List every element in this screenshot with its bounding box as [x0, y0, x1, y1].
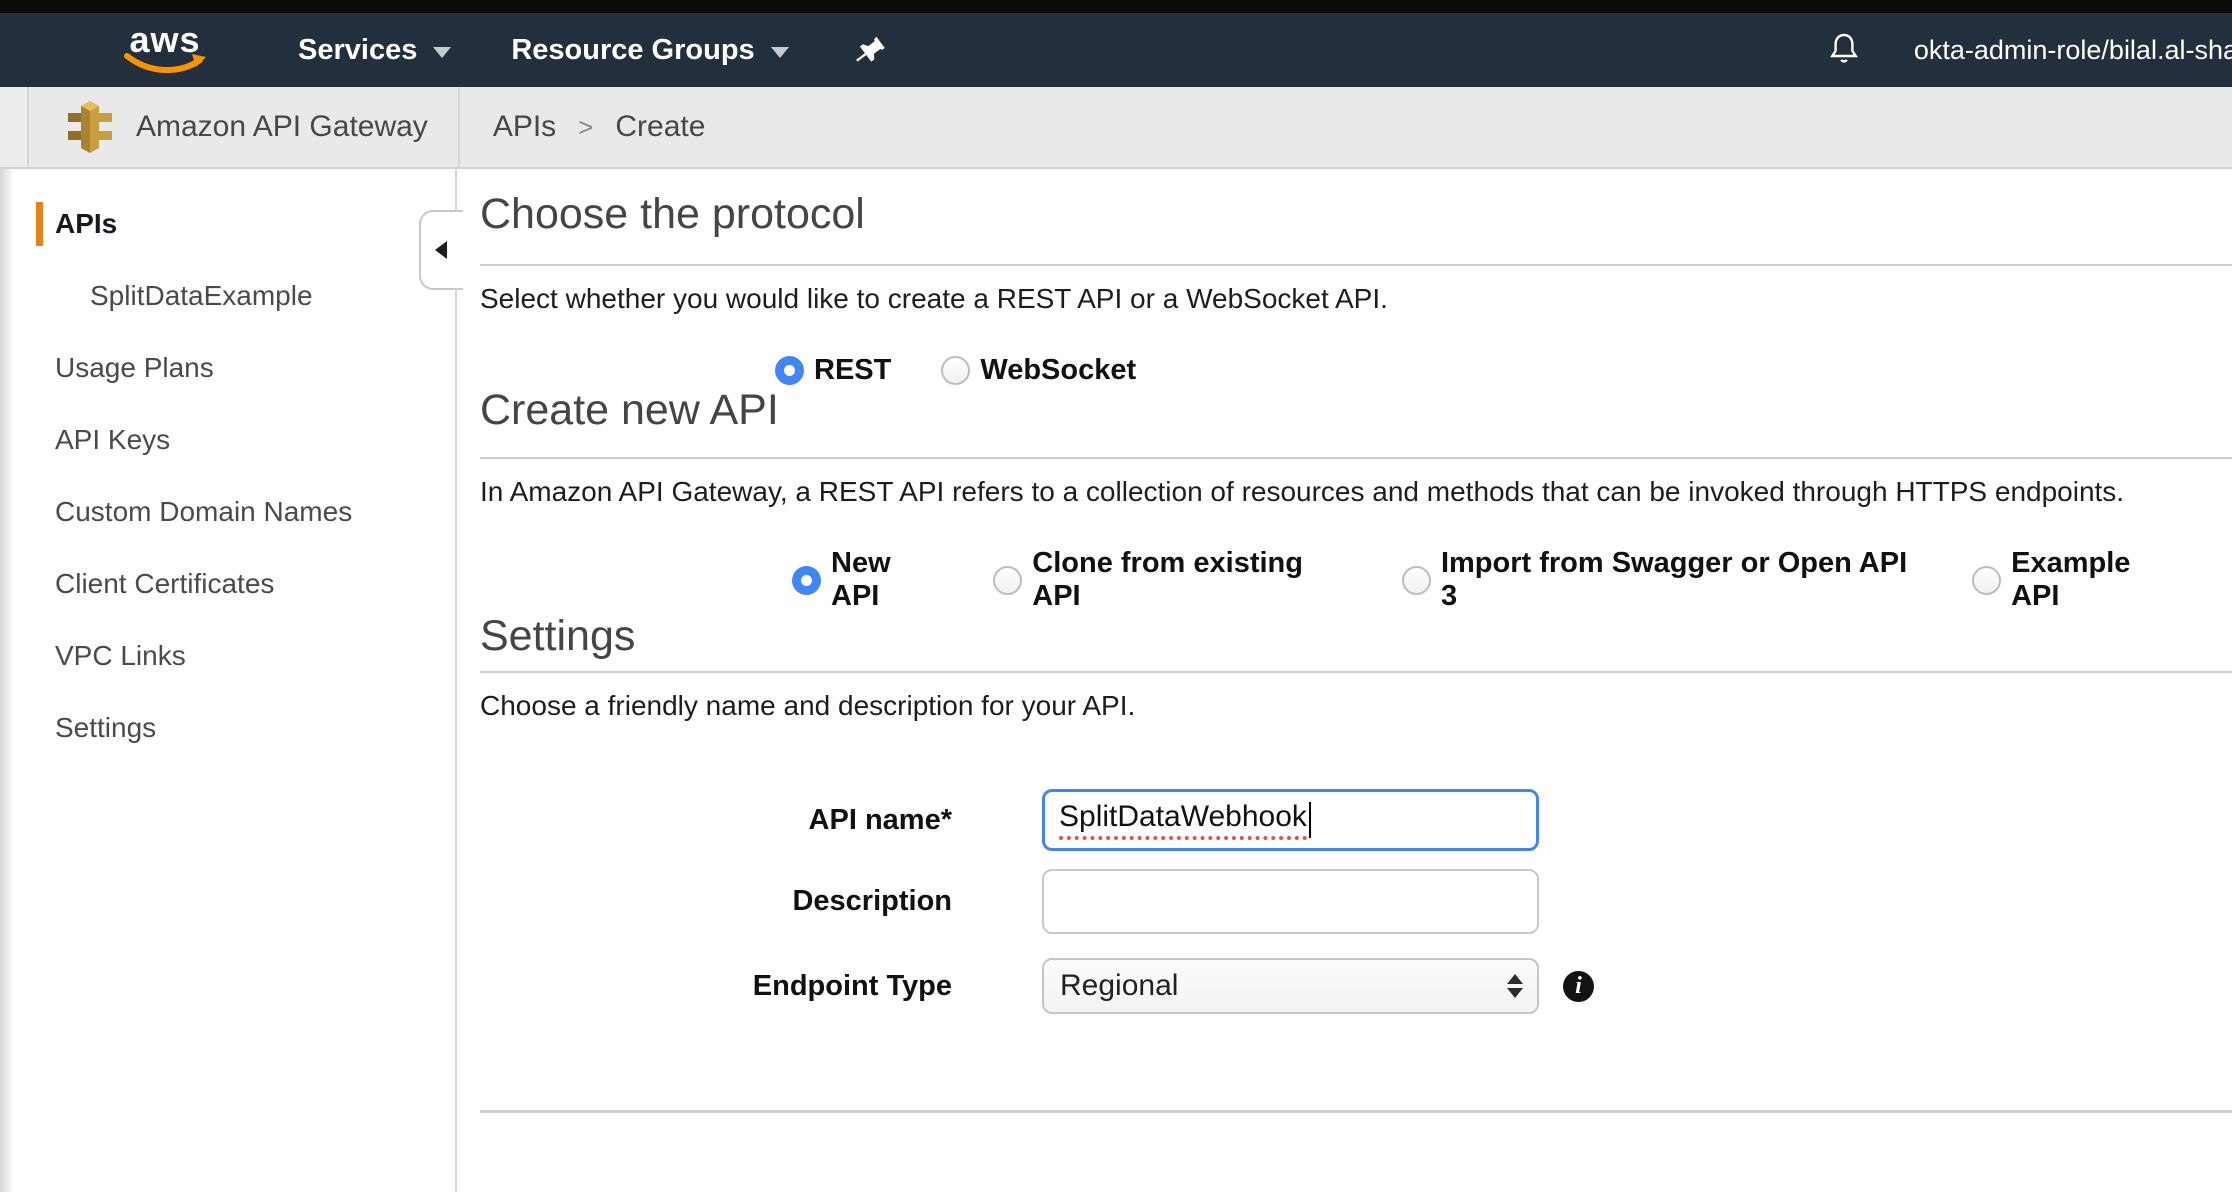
breadcrumb-apis-link[interactable]: APIs [493, 110, 556, 144]
breadcrumb-divider [458, 87, 460, 167]
radio-example-api-label: Example API [2011, 547, 2182, 613]
radio-websocket[interactable]: WebSocket [941, 354, 1136, 387]
description-input[interactable] [1042, 869, 1539, 934]
window-chrome-strip [0, 0, 2232, 13]
api-name-row: API name* SplitDataWebhook [480, 789, 2232, 851]
services-menu[interactable]: Services [298, 34, 451, 67]
api-gateway-icon [66, 100, 114, 154]
account-role-menu[interactable]: okta-admin-role/bilal.al-sha [1914, 35, 2232, 66]
endpoint-type-row: Endpoint Type Regional i [480, 958, 2232, 1014]
api-name-input[interactable]: SplitDataWebhook [1042, 789, 1539, 851]
sidebar-item-settings[interactable]: Settings [36, 692, 455, 764]
endpoint-type-info-icon[interactable]: i [1563, 971, 1594, 1002]
sidebar: APIs SplitDataExample Usage Plans API Ke… [12, 169, 457, 1192]
text-caret [1309, 802, 1311, 838]
sidebar-item-usage-plans[interactable]: Usage Plans [36, 332, 455, 404]
aws-logo[interactable]: aws [122, 24, 208, 76]
chevron-down-icon [433, 47, 451, 58]
radio-unselected-icon[interactable] [1972, 566, 2001, 595]
api-name-value: SplitDataWebhook [1059, 800, 1307, 840]
radio-unselected-icon[interactable] [1402, 566, 1431, 595]
notifications-bell-icon[interactable] [1826, 30, 1862, 70]
section-description: In Amazon API Gateway, a REST API refers… [480, 475, 2232, 509]
section-heading-settings: Settings [480, 613, 2232, 659]
sidebar-item-api-keys[interactable]: API Keys [36, 404, 455, 476]
section-heading-choose-protocol: Choose the protocol [480, 191, 2232, 237]
sidebar-item-client-certificates[interactable]: Client Certificates [36, 548, 455, 620]
breadcrumb-separator: > [578, 112, 593, 143]
section-divider [480, 457, 2232, 459]
api-source-radio-group: New API Clone from existing API Import f… [792, 547, 2232, 613]
create-api-form: API name* SplitDataWebhook Description E… [480, 789, 2232, 1014]
radio-new-api-label: New API [831, 547, 943, 613]
sidebar-collapse-button[interactable] [419, 210, 463, 290]
radio-example-api[interactable]: Example API [1972, 547, 2182, 613]
sidebar-item-custom-domain-names[interactable]: Custom Domain Names [36, 476, 455, 548]
resource-groups-menu[interactable]: Resource Groups [511, 34, 788, 67]
service-home-link[interactable]: Amazon API Gateway [66, 100, 428, 154]
radio-websocket-label: WebSocket [980, 354, 1136, 387]
top-navigation-bar: aws Services Resource Groups okta-admin-… [0, 13, 2232, 87]
endpoint-type-label: Endpoint Type [480, 970, 952, 1003]
radio-selected-icon[interactable] [775, 356, 804, 385]
section-description: Select whether you would like to create … [480, 282, 2232, 316]
radio-unselected-icon[interactable] [993, 566, 1022, 595]
sidebar-item-vpc-links[interactable]: VPC Links [36, 620, 455, 692]
main-content: Choose the protocol Select whether you w… [457, 169, 2232, 1192]
service-name: Amazon API Gateway [136, 110, 428, 144]
aws-smile-icon [122, 52, 208, 76]
sidebar-item-apis[interactable]: APIs [36, 188, 455, 260]
services-menu-label: Services [298, 34, 417, 67]
radio-import-label: Import from Swagger or Open API 3 [1441, 547, 1922, 613]
breadcrumb: APIs > Create [493, 110, 706, 144]
left-edge-shadow [0, 169, 12, 1192]
breadcrumb-left-gutter [0, 87, 29, 167]
section-divider [480, 671, 2232, 673]
sidebar-item-splitdataexample[interactable]: SplitDataExample [36, 260, 455, 332]
collapse-left-triangle-icon [435, 241, 447, 259]
radio-new-api[interactable]: New API [792, 547, 943, 613]
radio-import-from-swagger[interactable]: Import from Swagger or Open API 3 [1402, 547, 1922, 613]
radio-unselected-icon[interactable] [941, 356, 970, 385]
form-bottom-divider [480, 1110, 2232, 1113]
resource-groups-menu-label: Resource Groups [511, 34, 754, 67]
endpoint-type-select[interactable]: Regional [1042, 958, 1539, 1014]
breadcrumb-create: Create [615, 110, 705, 144]
radio-rest[interactable]: REST [775, 354, 891, 387]
section-heading-create-new-api: Create new API [480, 387, 2232, 433]
protocol-radio-group: REST WebSocket [775, 354, 2232, 387]
page-body: APIs SplitDataExample Usage Plans API Ke… [0, 169, 2232, 1192]
radio-rest-label: REST [814, 354, 891, 387]
api-name-label: API name* [480, 804, 952, 837]
select-stepper-icon [1507, 974, 1523, 998]
pin-icon[interactable] [855, 33, 887, 67]
radio-clone-from-existing-api[interactable]: Clone from existing API [993, 547, 1352, 613]
section-divider [480, 264, 2232, 266]
breadcrumb-bar: Amazon API Gateway APIs > Create [0, 87, 2232, 169]
radio-clone-label: Clone from existing API [1032, 547, 1352, 613]
chevron-down-icon [771, 47, 789, 58]
description-label: Description [480, 885, 952, 918]
endpoint-type-value: Regional [1060, 969, 1507, 1003]
description-row: Description [480, 869, 2232, 934]
radio-selected-icon[interactable] [792, 566, 821, 595]
section-description: Choose a friendly name and description f… [480, 689, 2232, 723]
